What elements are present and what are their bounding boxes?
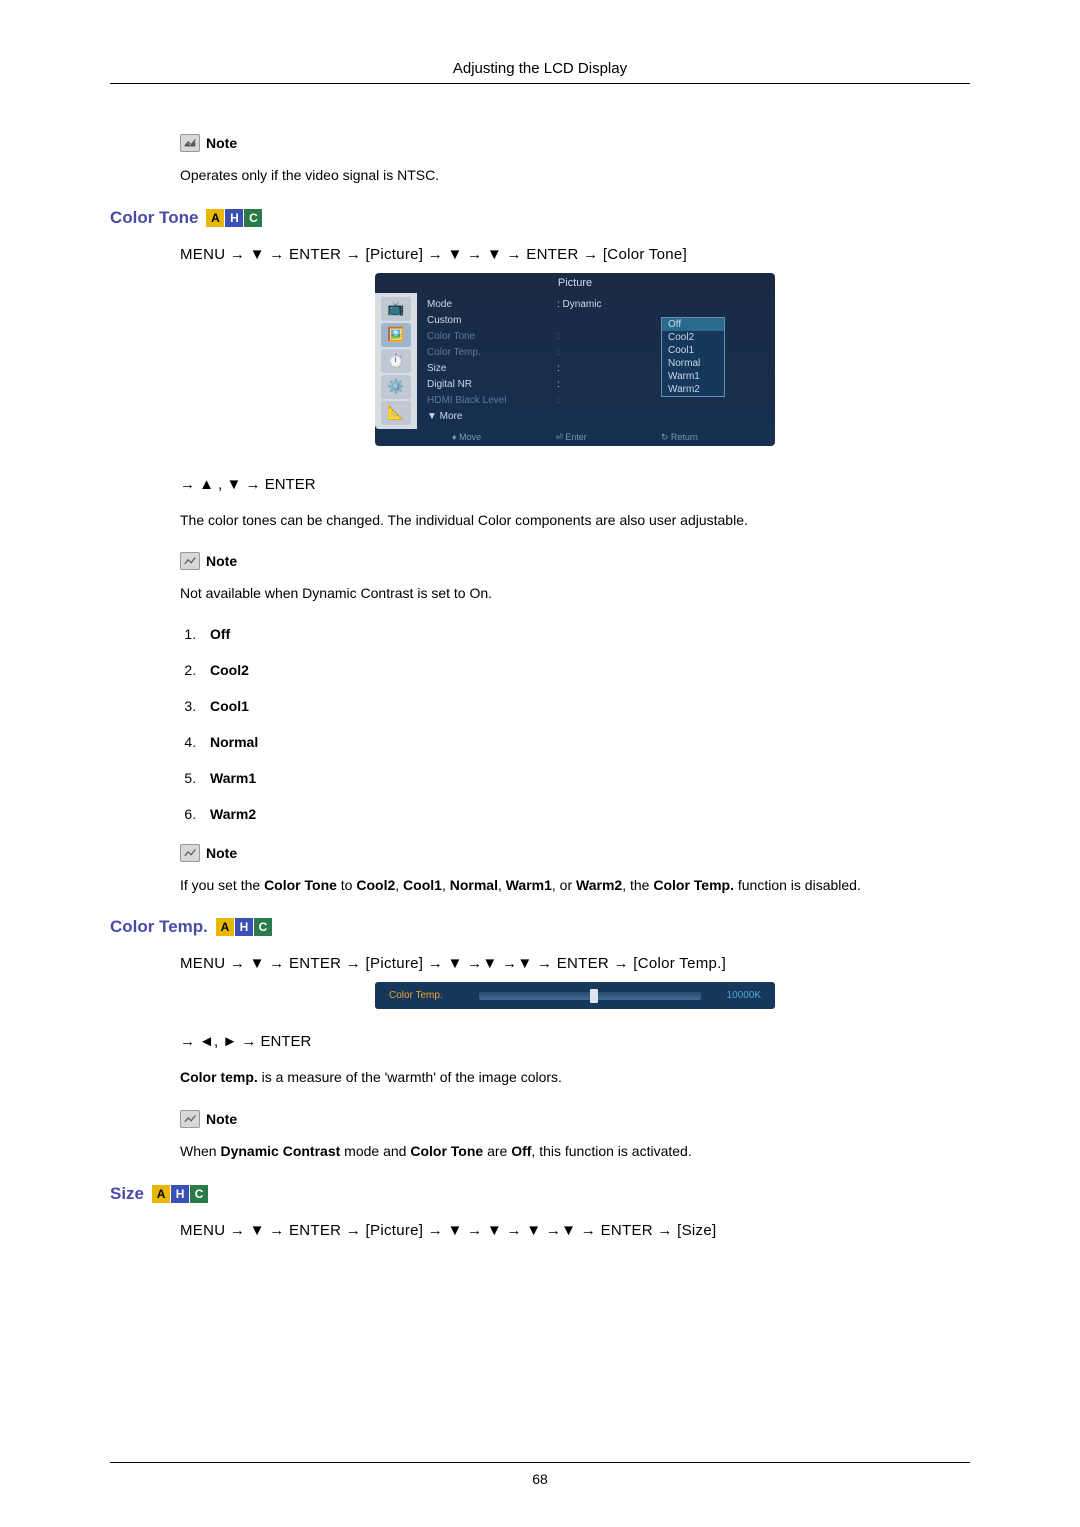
option-item: Off [200, 626, 970, 642]
nav-path-color-temp: MENU → ▼ → ENTER → [Picture] → ▼ →▼ →▼ →… [180, 955, 970, 972]
note-icon [180, 844, 200, 862]
option-item: Normal [200, 734, 970, 750]
badge-a: A [216, 918, 234, 936]
option-label: Cool1 [210, 698, 249, 714]
osd-icon-sound[interactable]: ⏱️ [381, 349, 411, 373]
color-tone-desc: The color tones can be changed. The indi… [180, 511, 970, 531]
badge-c: C [244, 209, 262, 227]
option-item: Cool2 [200, 662, 970, 678]
popup-option[interactable]: Cool1 [662, 344, 724, 357]
badge-c: C [190, 1185, 208, 1203]
osd-title: Picture [375, 273, 775, 293]
nav-arrows-ct: → ▲ , ▼ → ENTER [180, 476, 970, 493]
section-color-tone: Color Tone A H C [110, 208, 970, 228]
popup-option[interactable]: Normal [662, 357, 724, 370]
color-tone-note2: If you set the Color Tone to Cool2, Cool… [180, 876, 970, 896]
note-icon [180, 1110, 200, 1128]
note-icon [180, 134, 200, 152]
section-color-temp: Color Temp. A H C [110, 917, 970, 937]
osd-row-label: Digital NR [427, 379, 557, 390]
osd-icon-multi[interactable]: 📐 [381, 401, 411, 425]
color-tone-note1: Not available when Dynamic Contrast is s… [180, 584, 970, 604]
osd-hint-return: ↻ Return [661, 432, 698, 443]
color-temp-note: When Dynamic Contrast mode and Color Ton… [180, 1142, 970, 1162]
color-tone-options: Off Cool2 Cool1 Normal Warm1 Warm2 [200, 626, 970, 822]
badge-a: A [152, 1185, 170, 1203]
note-label: Note [206, 553, 237, 569]
option-label: Off [210, 626, 230, 642]
page-footer: 68 [110, 1462, 970, 1487]
slider-value: 10000K [711, 990, 761, 1001]
heading-text: Color Temp. [110, 917, 208, 937]
osd-row[interactable]: Mode: Dynamic [427, 297, 767, 313]
option-label: Warm2 [210, 806, 256, 822]
nav-path-size: MENU → ▼ → ENTER → [Picture] → ▼ → ▼ → ▼… [180, 1222, 970, 1239]
page-header: Adjusting the LCD Display [110, 60, 970, 84]
osd-row-value: : [557, 395, 767, 406]
badge-c: C [254, 918, 272, 936]
option-label: Warm1 [210, 770, 256, 786]
badge-a: A [206, 209, 224, 227]
osd-icon-picture[interactable]: 🖼️ [381, 323, 411, 347]
popup-option[interactable]: Off [662, 318, 724, 331]
badge-h: H [235, 918, 253, 936]
note-label: Note [206, 1111, 237, 1127]
section-size: Size A H C [110, 1184, 970, 1204]
heading-text: Size [110, 1184, 144, 1204]
osd-color-tone-popup[interactable]: OffCool2Cool1NormalWarm1Warm2 [661, 317, 725, 397]
option-item: Warm1 [200, 770, 970, 786]
popup-option[interactable]: Cool2 [662, 331, 724, 344]
osd-row-label: Custom [427, 315, 557, 326]
osd-hint-move: ♦ Move [452, 432, 481, 443]
color-temp-desc: Color temp. is a measure of the 'warmth'… [180, 1068, 970, 1088]
note-icon [180, 552, 200, 570]
osd-row-label: Size [427, 363, 557, 374]
osd-picture-menu: Picture 📺 🖼️ ⏱️ ⚙️ 📐 Mode: DynamicCustom… [375, 273, 775, 446]
osd-row-label: Color Temp. [427, 347, 557, 358]
osd-sidebar: 📺 🖼️ ⏱️ ⚙️ 📐 [375, 293, 417, 429]
ahc-badges: A H C [206, 209, 262, 227]
nav-arrows-ctemp: → ◄, ► → ENTER [180, 1033, 970, 1050]
slider-thumb[interactable] [590, 989, 598, 1003]
ahc-badges: A H C [152, 1185, 208, 1203]
popup-option[interactable]: Warm1 [662, 370, 724, 383]
osd-footer: ♦ Move ⏎ Enter ↻ Return [375, 429, 775, 446]
note-text: Operates only if the video signal is NTS… [180, 166, 970, 186]
osd-row-label: ▼ More [427, 411, 557, 422]
osd-icon-input[interactable]: 📺 [381, 297, 411, 321]
page-number: 68 [110, 1462, 970, 1487]
osd-hint-enter: ⏎ Enter [555, 432, 587, 443]
option-item: Cool1 [200, 698, 970, 714]
option-label: Cool2 [210, 662, 249, 678]
color-temp-slider[interactable]: Color Temp. 10000K [375, 982, 775, 1009]
note-label: Note [206, 135, 237, 151]
note-label: Note [206, 845, 237, 861]
ahc-badges: A H C [216, 918, 272, 936]
osd-row[interactable]: ▼ More [427, 409, 767, 425]
osd-icon-setup[interactable]: ⚙️ [381, 375, 411, 399]
heading-text: Color Tone [110, 208, 198, 228]
osd-row-value: : Dynamic [557, 299, 767, 310]
nav-path-color-tone: MENU → ▼ → ENTER → [Picture] → ▼ → ▼ → E… [180, 246, 970, 263]
osd-row-label: Mode [427, 299, 557, 310]
popup-option[interactable]: Warm2 [662, 383, 724, 396]
badge-h: H [171, 1185, 189, 1203]
slider-label: Color Temp. [389, 990, 469, 1001]
osd-row-label: Color Tone [427, 331, 557, 342]
option-item: Warm2 [200, 806, 970, 822]
slider-track[interactable] [479, 992, 701, 1000]
osd-row-label: HDMI Black Level [427, 395, 557, 406]
badge-h: H [225, 209, 243, 227]
option-label: Normal [210, 734, 258, 750]
